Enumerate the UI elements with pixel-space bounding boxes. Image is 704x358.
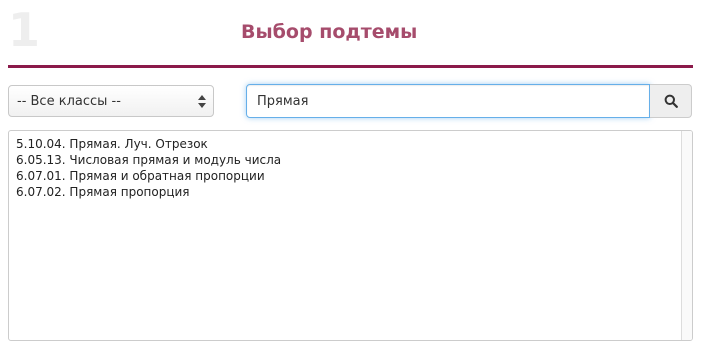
class-select[interactable]: -- Все классы --: [8, 85, 214, 117]
list-item[interactable]: 5.10.04. Прямая. Луч. Отрезок: [16, 136, 678, 152]
results-list[interactable]: 5.10.04. Прямая. Луч. Отрезок 6.05.13. Ч…: [8, 130, 693, 341]
step-number: 1: [8, 3, 41, 57]
page-title: Выбор подтемы: [241, 21, 418, 43]
search-button[interactable]: [650, 84, 692, 118]
list-item[interactable]: 6.07.01. Прямая и обратная пропорции: [16, 168, 678, 184]
select-arrows-icon: [195, 91, 209, 111]
search-icon: [664, 94, 678, 108]
search-input[interactable]: [246, 84, 650, 118]
class-select-value: -- Все классы --: [17, 93, 121, 109]
list-item[interactable]: 6.07.02. Прямая пропорция: [16, 184, 678, 200]
results-scrollbar[interactable]: [681, 131, 692, 340]
title-divider: [8, 65, 693, 68]
list-item[interactable]: 6.05.13. Числовая прямая и модуль числа: [16, 152, 678, 168]
